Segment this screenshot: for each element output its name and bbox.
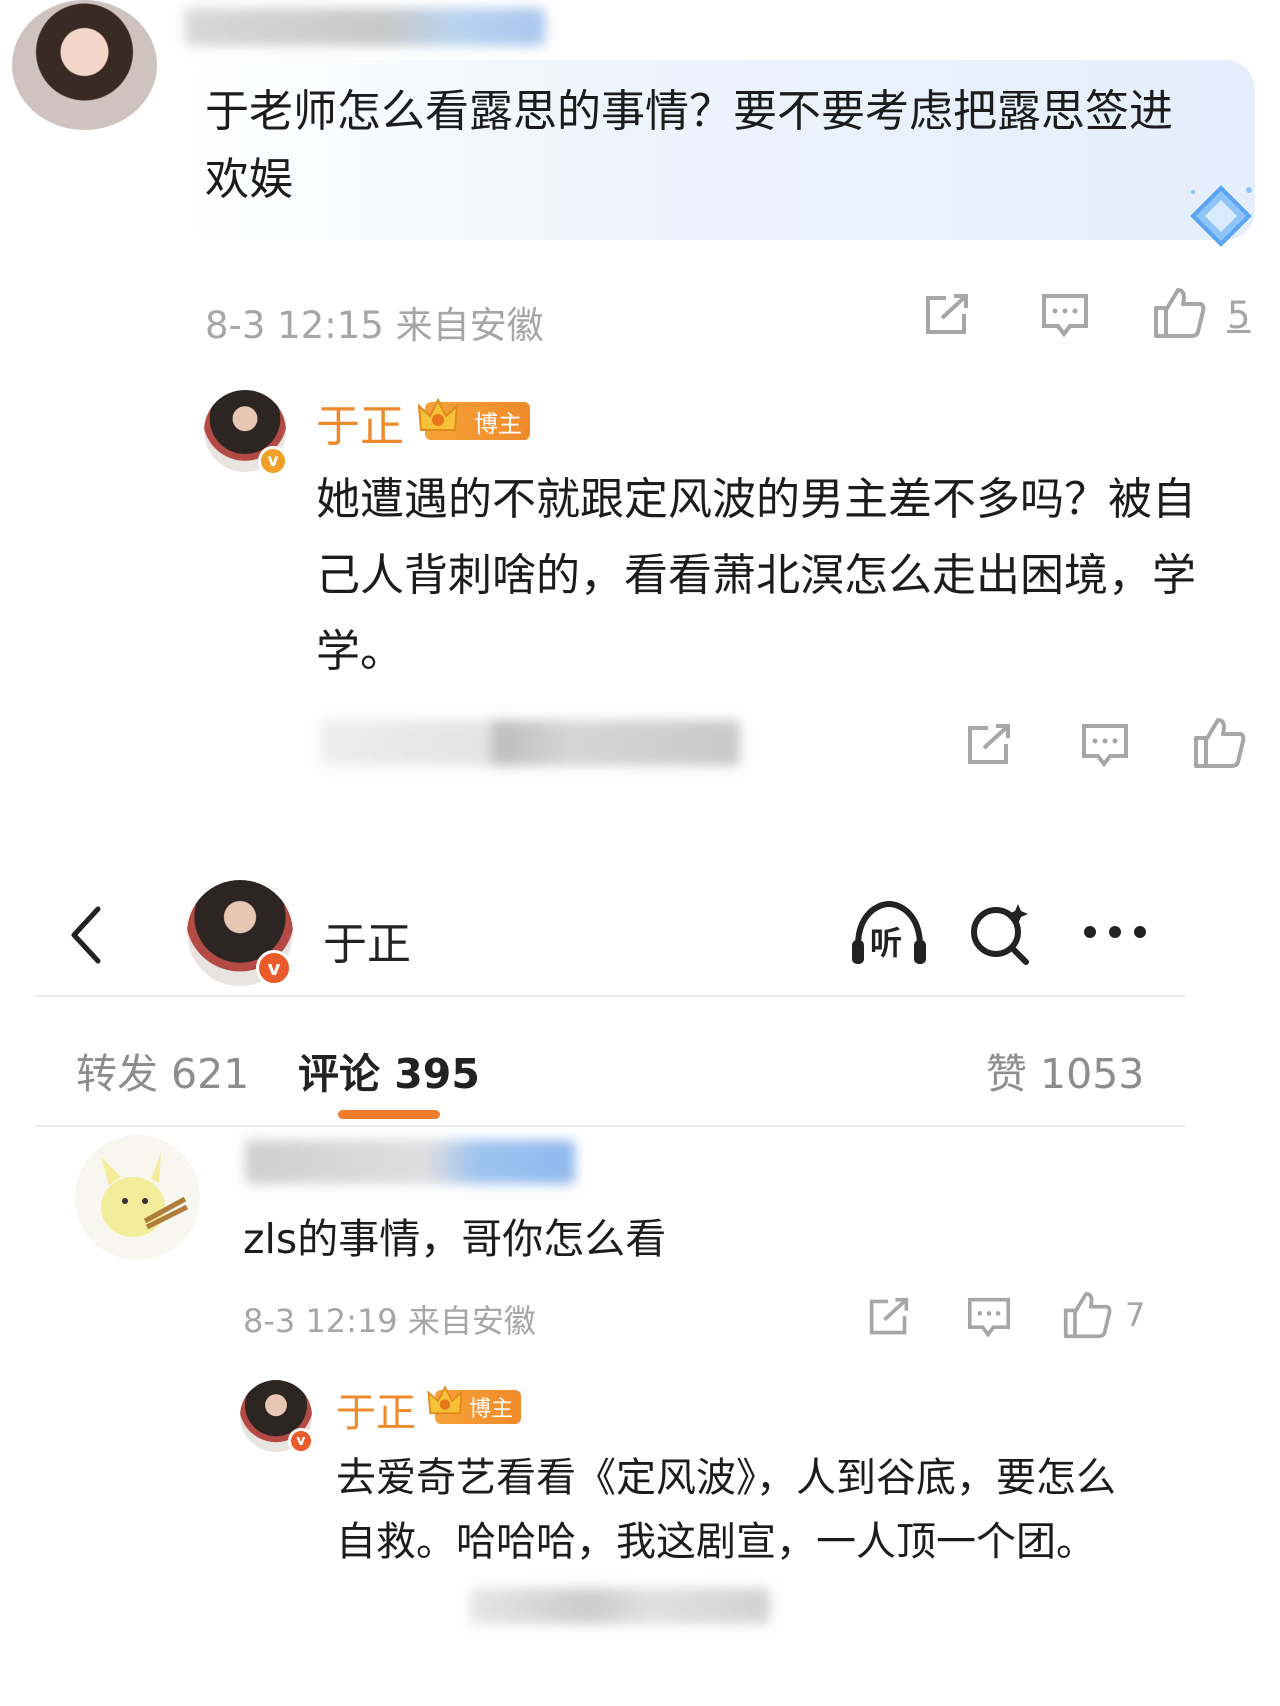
verified-badge: v bbox=[258, 446, 288, 476]
comment2-text: zls的事情，哥你怎么看 bbox=[243, 1215, 667, 1263]
blurred-username bbox=[185, 8, 545, 46]
share-icon[interactable] bbox=[964, 722, 1014, 768]
comment-icon[interactable] bbox=[1040, 292, 1090, 340]
comment2-meta: 8-3 12:19 来自安徽 bbox=[243, 1302, 536, 1340]
header-verified-badge: v bbox=[256, 950, 292, 986]
comment-icon[interactable] bbox=[966, 1296, 1012, 1340]
comment-icon[interactable] bbox=[1080, 722, 1130, 770]
badge-label: 博主 bbox=[474, 409, 522, 438]
reply2-text: 去爱奇艺看看《定风波》，人到谷底，要怎么自救。哈哈哈，我这剧宣，一人顶一个团。 bbox=[336, 1455, 1116, 1565]
listen-label: 听 bbox=[870, 924, 903, 962]
header-name[interactable]: 于正 bbox=[323, 908, 411, 972]
blurred-username bbox=[245, 1140, 575, 1184]
tab-repost[interactable]: 转发 621 bbox=[76, 1040, 249, 1100]
like-icon[interactable] bbox=[1192, 716, 1246, 770]
commenter2-avatar[interactable] bbox=[75, 1135, 200, 1260]
tabs-divider bbox=[35, 1125, 1185, 1127]
author-name[interactable]: 于正 bbox=[336, 1380, 416, 1438]
like-count: 7 bbox=[1125, 1296, 1146, 1334]
blurred-reply-meta bbox=[470, 1588, 770, 1624]
tab-likes[interactable]: 赞 1053 bbox=[986, 1040, 1144, 1100]
like-count: 5 bbox=[1227, 294, 1251, 337]
back-icon[interactable] bbox=[66, 905, 106, 965]
badge-label: 博主 bbox=[468, 1397, 513, 1422]
share-icon[interactable] bbox=[922, 292, 972, 338]
commenter-avatar[interactable] bbox=[12, 0, 157, 130]
listen-icon[interactable]: 听 bbox=[848, 898, 930, 968]
blurred-reply-meta bbox=[320, 720, 740, 766]
header-divider bbox=[35, 995, 1185, 997]
crown-icon bbox=[415, 394, 461, 446]
like-icon[interactable] bbox=[1062, 1290, 1112, 1340]
comment-text: 于老师怎么看露思的事情？要不要考虑把露思签进欢娱 bbox=[205, 86, 1173, 205]
reply-text: 她遭遇的不就跟定风波的男主差不多吗？被自己人背刺啥的，看看萧北溟怎么走出困境，学… bbox=[316, 474, 1196, 677]
tab-comments[interactable]: 评论 395 bbox=[298, 1040, 480, 1100]
blogger-badge: 博主 bbox=[427, 1385, 521, 1424]
share-icon[interactable] bbox=[866, 1296, 912, 1338]
tab-underline bbox=[338, 1110, 440, 1119]
crown-icon bbox=[425, 1382, 465, 1428]
like-icon[interactable] bbox=[1152, 286, 1206, 340]
more-icon[interactable] bbox=[1080, 920, 1150, 944]
search-icon[interactable] bbox=[968, 898, 1034, 968]
author-name[interactable]: 于正 bbox=[316, 390, 404, 454]
blogger-badge: 博主 bbox=[417, 397, 530, 440]
comment-meta: 8-3 12:15 来自安徽 bbox=[205, 304, 544, 347]
pikachu-avatar-icon bbox=[101, 1153, 189, 1237]
verified-badge: v bbox=[288, 1428, 314, 1454]
